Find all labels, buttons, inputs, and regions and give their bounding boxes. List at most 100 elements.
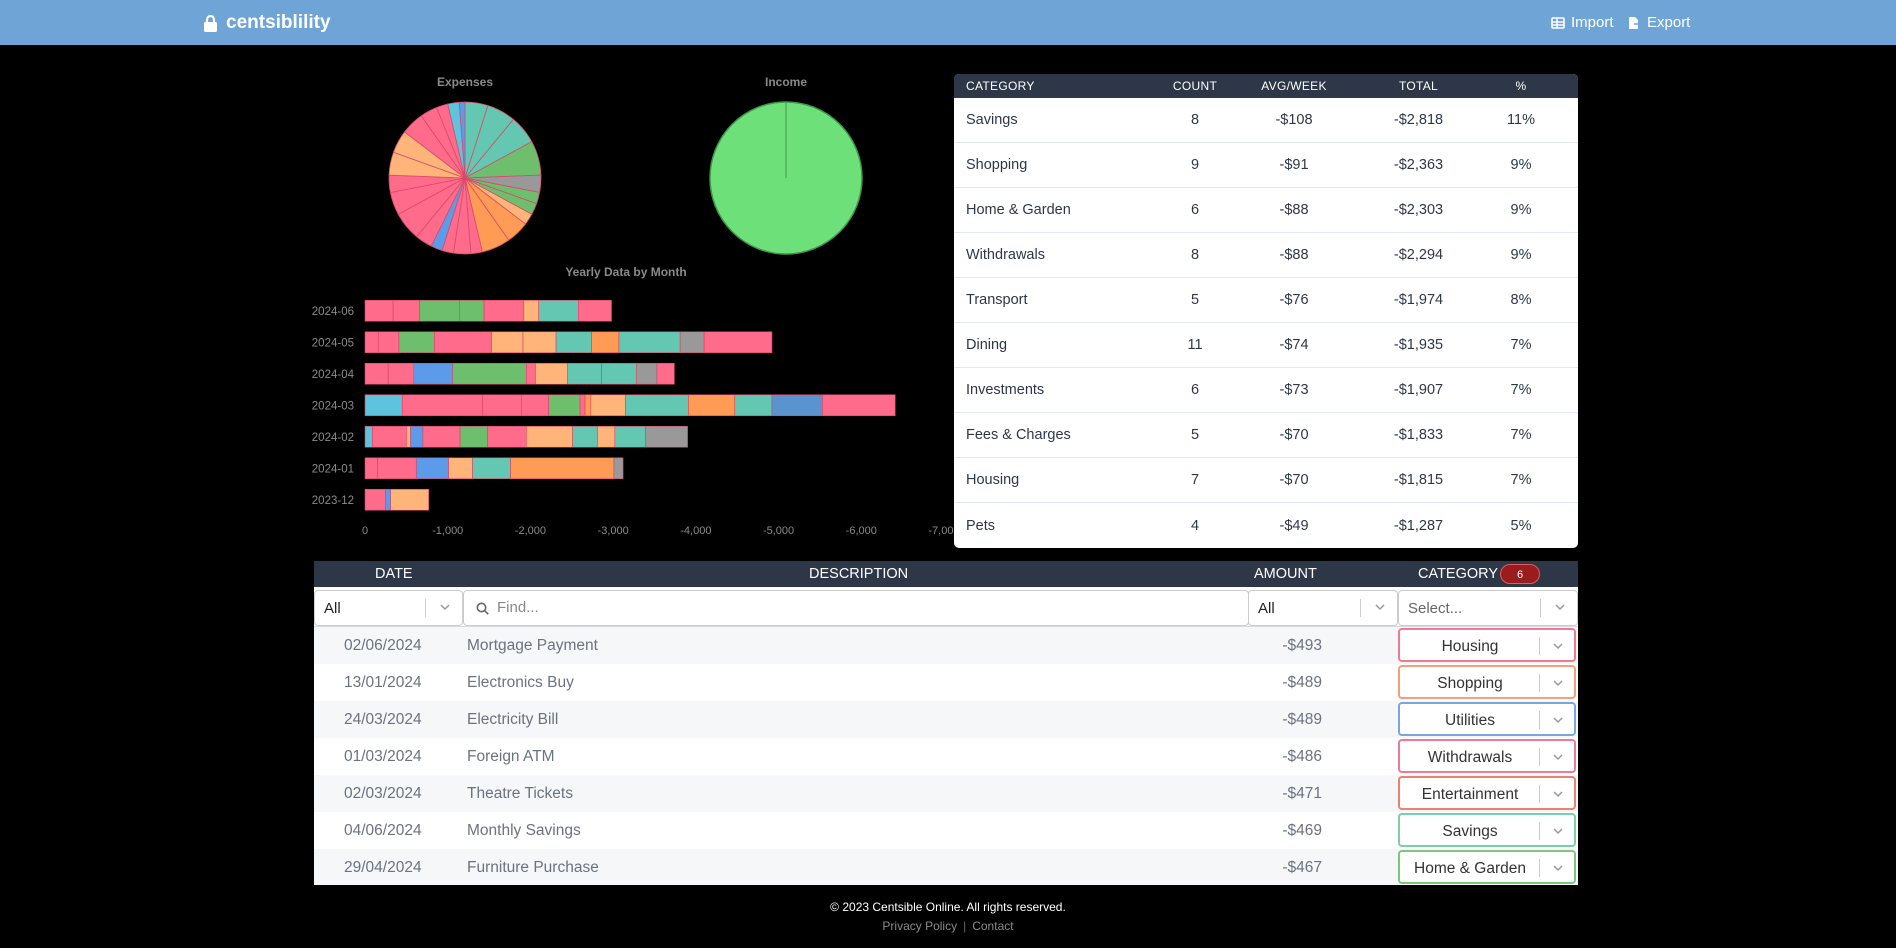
- transaction-category-select[interactable]: Entertainment: [1398, 776, 1576, 810]
- chevron-down-icon: [1553, 865, 1563, 872]
- category-count: 6: [1190, 202, 1200, 218]
- select-separator: [1539, 674, 1540, 692]
- category-avg-week: -$91: [1279, 157, 1309, 173]
- date-filter-value: All: [324, 600, 341, 617]
- select-separator: [1539, 859, 1540, 877]
- transaction-amount: -$489: [1282, 674, 1322, 691]
- search-input[interactable]: [495, 598, 1199, 617]
- bar-segment: [459, 425, 488, 448]
- select-separator: [1539, 711, 1540, 729]
- transaction-row[interactable]: 29/04/2024 Furniture Purchase -$467 Home & …: [314, 849, 1578, 885]
- category-count: 11: [1187, 337, 1203, 353]
- category-row[interactable]: Investments 6 -$73 -$1,907 7%: [954, 368, 1578, 413]
- header-count[interactable]: COUNT: [1152, 79, 1238, 93]
- bar-segment: [572, 425, 598, 448]
- search-field[interactable]: [463, 590, 1249, 626]
- bar-segment: [364, 488, 386, 511]
- category-avg-week: -$88: [1279, 247, 1309, 263]
- transaction-date: 24/03/2024: [344, 711, 422, 728]
- transaction-row[interactable]: 13/01/2024 Electronics Buy -$489 Shopping: [314, 664, 1578, 701]
- header-category[interactable]: CATEGORY: [954, 79, 1152, 93]
- bar-segment: [377, 331, 400, 354]
- category-row[interactable]: Withdrawals 8 -$88 -$2,294 9%: [954, 233, 1578, 278]
- category-row[interactable]: Fees & Charges 5 -$70 -$1,833 7%: [954, 413, 1578, 458]
- date-filter-select[interactable]: All: [314, 590, 463, 626]
- category-percent: 9%: [1510, 202, 1532, 218]
- category-total: -$2,294: [1393, 247, 1444, 263]
- chevron-down-icon: [1375, 604, 1385, 611]
- transaction-row[interactable]: 02/03/2024 Theatre Tickets -$471 Entertainm…: [314, 775, 1578, 812]
- category-row[interactable]: Dining 11 -$74 -$1,935 7%: [954, 323, 1578, 368]
- category-avg-week: -$73: [1279, 382, 1309, 398]
- bar-segment: [401, 394, 483, 417]
- transaction-category-select[interactable]: Shopping: [1398, 665, 1576, 699]
- amount-filter-select[interactable]: All: [1248, 590, 1398, 626]
- category-count: 9: [1190, 157, 1200, 173]
- transaction-date: 02/03/2024: [344, 785, 422, 802]
- category-count: 4: [1190, 517, 1200, 534]
- transaction-category-select[interactable]: Home & Garden: [1398, 850, 1576, 884]
- category-row[interactable]: Shopping 9 -$91 -$2,363 9%: [954, 143, 1578, 188]
- bar-segment: [538, 299, 579, 322]
- bar-segment: [578, 299, 612, 322]
- header-total[interactable]: TOTAL: [1350, 79, 1487, 93]
- transaction-row[interactable]: 02/06/2024 Mortgage Payment -$493 Housing: [314, 627, 1578, 664]
- category-row[interactable]: Transport 5 -$76 -$1,974 8%: [954, 278, 1578, 323]
- bar-segment: [525, 362, 536, 385]
- chevron-down-icon: [1553, 680, 1563, 687]
- category-total: -$1,974: [1393, 292, 1444, 308]
- bar-segment: [613, 457, 624, 480]
- transaction-row[interactable]: 01/03/2024 Foreign ATM -$486 Withdrawals: [314, 738, 1578, 775]
- bar-segment: [390, 488, 429, 511]
- category-row[interactable]: Pets 4 -$49 -$1,287 5%: [954, 503, 1578, 548]
- amount-filter-value: All: [1258, 600, 1275, 617]
- category-row[interactable]: Housing 7 -$70 -$1,815 7%: [954, 458, 1578, 503]
- chevron-down-icon: [440, 604, 450, 611]
- x-tick-label: -2,000: [515, 525, 546, 537]
- bar-segment: [422, 425, 461, 448]
- category-total: -$1,833: [1393, 427, 1444, 443]
- category-name: Pets: [966, 517, 996, 534]
- category-count: 8: [1190, 112, 1200, 128]
- category-percent: 7%: [1510, 472, 1532, 488]
- footer-divider: |: [963, 919, 967, 933]
- transaction-description: Mortgage Payment: [467, 637, 598, 654]
- category-percent: 9%: [1510, 157, 1532, 173]
- transaction-row[interactable]: 04/06/2024 Monthly Savings -$469 Savings: [314, 812, 1578, 849]
- header-amount[interactable]: AMOUNT: [1254, 566, 1317, 582]
- transaction-category-select[interactable]: Withdrawals: [1398, 739, 1576, 773]
- transaction-category-select[interactable]: Utilities: [1398, 702, 1576, 736]
- bar-segment: [636, 362, 658, 385]
- header-date[interactable]: DATE: [375, 566, 413, 582]
- transaction-row[interactable]: 24/03/2024 Electricity Bill -$489 Utilities: [314, 701, 1578, 738]
- bar-segment: [618, 331, 681, 354]
- bar-segment: [415, 457, 449, 480]
- bar-segment: [364, 457, 378, 480]
- transaction-category-select[interactable]: Savings: [1398, 813, 1576, 847]
- category-name: Savings: [966, 112, 1018, 128]
- bar-segment: [458, 299, 485, 322]
- header-percent[interactable]: %: [1487, 79, 1555, 93]
- transaction-description: Furniture Purchase: [467, 859, 599, 876]
- category-filter-select[interactable]: Select...: [1398, 590, 1578, 626]
- header-description[interactable]: DESCRIPTION: [809, 566, 908, 582]
- transaction-category-value: Utilities: [1445, 712, 1495, 729]
- transaction-amount: -$493: [1282, 637, 1322, 654]
- header-category[interactable]: CATEGORY: [1418, 566, 1498, 582]
- bar-segment: [535, 362, 568, 385]
- category-table-header: CATEGORY COUNT AVG/WEEK TOTAL %: [954, 74, 1578, 98]
- transaction-category-value: Withdrawals: [1427, 749, 1513, 766]
- privacy-policy-link[interactable]: Privacy Policy: [882, 919, 957, 933]
- bar-segment: [522, 331, 557, 354]
- category-row[interactable]: Savings 8 -$108 -$2,818 11%: [954, 98, 1578, 143]
- transaction-category-select[interactable]: Housing: [1398, 628, 1576, 662]
- contact-link[interactable]: Contact: [972, 919, 1013, 933]
- month-label: 2024-04: [312, 369, 355, 381]
- category-total: -$1,935: [1393, 337, 1444, 353]
- header-avg-week[interactable]: AVG/WEEK: [1238, 79, 1350, 93]
- transaction-description: Foreign ATM: [467, 748, 555, 765]
- category-row[interactable]: Home & Garden 6 -$88 -$2,303 9%: [954, 188, 1578, 233]
- month-label: 2024-06: [312, 306, 354, 318]
- category-percent: 7%: [1510, 337, 1532, 353]
- category-total: -$1,287: [1393, 517, 1444, 534]
